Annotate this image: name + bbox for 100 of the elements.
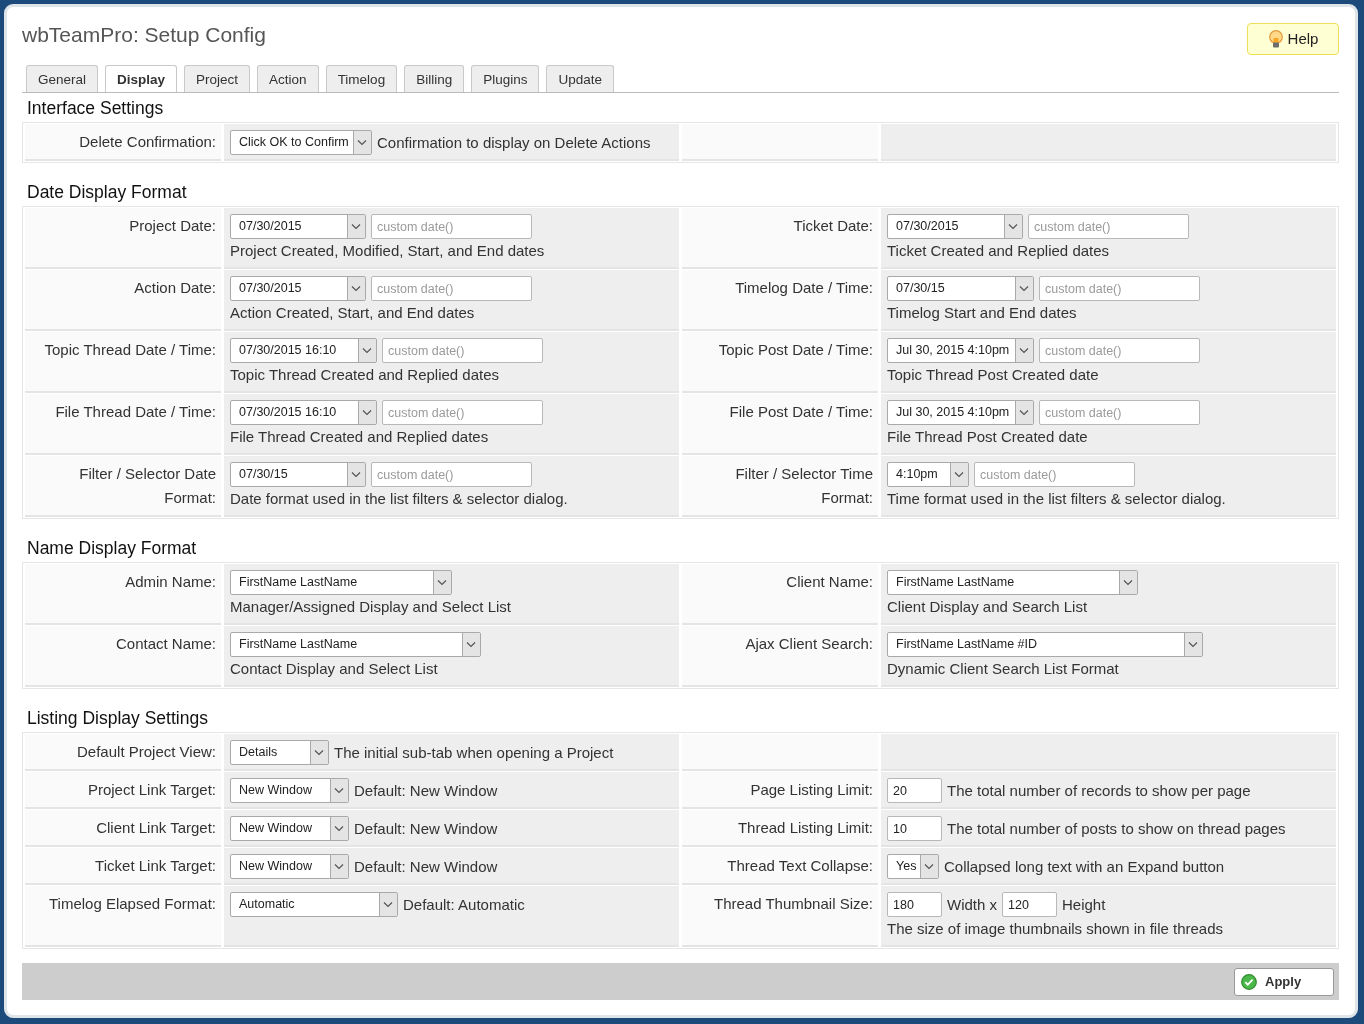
number-field[interactable]: 120 xyxy=(1002,892,1057,917)
setting-label: Ajax Client Search: xyxy=(745,634,873,654)
format-field[interactable]: custom date() xyxy=(1028,214,1189,239)
setting-label: Timelog Elapsed Format: xyxy=(49,894,216,914)
setting-label: Client Name: xyxy=(786,572,873,592)
setting-note: The size of image thumbnails shown in file threads xyxy=(887,919,1223,939)
tab[interactable]: Timelog xyxy=(325,65,398,92)
section-heading: Listing Display Settings xyxy=(27,707,209,730)
number-field[interactable]: 10 xyxy=(887,816,942,841)
dropdown[interactable]: 07/30/15 xyxy=(887,276,1034,301)
chevron-down-icon xyxy=(1119,571,1137,594)
chevron-down-icon xyxy=(1015,339,1033,362)
dropdown[interactable]: New Window xyxy=(230,816,349,841)
chevron-down-icon xyxy=(1015,401,1033,424)
dropdown[interactable]: Jul 30, 2015 4:10pm xyxy=(887,338,1034,363)
format-field[interactable]: custom date() xyxy=(382,400,543,425)
setting-note: Topic Thread Created and Replied dates xyxy=(230,365,500,385)
tab[interactable]: Action xyxy=(257,65,319,92)
setting-label: Timelog Date / Time: xyxy=(735,278,873,298)
help-button[interactable]: Help xyxy=(1247,23,1339,55)
setting-label: Topic Post Date / Time: xyxy=(718,340,873,360)
chevron-down-icon xyxy=(330,855,348,878)
dropdown[interactable]: 07/30/2015 xyxy=(230,214,366,239)
section-heading: Interface Settings xyxy=(27,97,165,120)
setting-description: Height xyxy=(1062,894,1106,915)
chevron-down-icon xyxy=(330,779,348,802)
lightbulb-icon xyxy=(1267,30,1284,48)
dropdown[interactable]: FirstName LastName xyxy=(230,570,452,595)
setting-description: The total number of posts to show on thread pages xyxy=(947,818,1286,839)
setting-description: Confirmation to display on Delete Actions xyxy=(377,132,651,153)
chevron-down-icon xyxy=(358,401,376,424)
chevron-down-icon xyxy=(310,741,328,764)
dropdown[interactable]: Click OK to Confirm xyxy=(230,130,372,155)
dropdown[interactable]: 07/30/2015 xyxy=(887,214,1023,239)
check-circle-icon xyxy=(1241,973,1257,990)
setting-label: Default Project View: xyxy=(77,742,216,762)
section-heading: Date Display Format xyxy=(27,181,188,204)
setting-label: Client Link Target: xyxy=(96,818,216,838)
setting-label: Thread Thumbnail Size: xyxy=(714,894,873,914)
format-field[interactable]: custom date() xyxy=(1039,338,1200,363)
format-field[interactable]: custom date() xyxy=(1039,276,1200,301)
section-heading: Name Display Format xyxy=(27,537,198,560)
tab[interactable]: Project xyxy=(184,65,251,92)
number-field[interactable]: 20 xyxy=(887,778,942,803)
tab[interactable]: General xyxy=(26,65,99,92)
dropdown[interactable]: 07/30/2015 xyxy=(230,276,366,301)
tab[interactable]: Billing xyxy=(404,65,465,92)
apply-button[interactable]: Apply xyxy=(1234,967,1334,996)
dropdown[interactable]: Yes xyxy=(887,854,939,879)
chevron-down-icon xyxy=(950,463,968,486)
setting-note: File Thread Post Created date xyxy=(887,427,1088,447)
dropdown[interactable]: FirstName LastName #ID xyxy=(887,632,1203,657)
setting-label: Topic Thread Date / Time: xyxy=(44,340,216,360)
chevron-down-icon xyxy=(1184,633,1202,656)
dropdown[interactable]: 4:10pm xyxy=(887,462,969,487)
setting-description: Default: Automatic xyxy=(403,894,525,915)
chevron-down-icon xyxy=(1015,277,1033,300)
setting-label: Project Link Target: xyxy=(87,780,216,800)
dropdown[interactable]: 07/30/2015 16:10 xyxy=(230,338,377,363)
dropdown[interactable]: FirstName LastName xyxy=(230,632,481,657)
dropdown[interactable]: 07/30/15 xyxy=(230,462,366,487)
dropdown[interactable]: New Window xyxy=(230,854,349,879)
dropdown[interactable]: New Window xyxy=(230,778,349,803)
chevron-down-icon xyxy=(347,277,365,300)
chevron-down-icon xyxy=(358,339,376,362)
number-field[interactable]: 180 xyxy=(887,892,942,917)
dropdown[interactable]: Jul 30, 2015 4:10pm xyxy=(887,400,1034,425)
setting-label: Project Date: xyxy=(129,216,216,236)
setting-description: Default: New Window xyxy=(354,818,498,839)
dropdown[interactable]: FirstName LastName xyxy=(887,570,1138,595)
format-field[interactable]: custom date() xyxy=(974,462,1135,487)
setting-note: Contact Display and Select List xyxy=(230,659,438,679)
chevron-down-icon xyxy=(347,463,365,486)
setting-note: Client Display and Search List xyxy=(887,597,1088,617)
setting-label: Admin Name: xyxy=(125,572,216,592)
format-field[interactable]: custom date() xyxy=(371,462,532,487)
dropdown[interactable]: 07/30/2015 16:10 xyxy=(230,400,377,425)
setting-label: Ticket Date: xyxy=(793,216,873,236)
setting-note: Project Created, Modified, Start, and End dates xyxy=(230,241,545,261)
setting-note: Time format used in the list filters & selector dialog. xyxy=(887,489,1226,509)
tab[interactable]: Plugins xyxy=(471,65,540,92)
format-field[interactable]: custom date() xyxy=(1039,400,1200,425)
dropdown[interactable]: Automatic xyxy=(230,892,398,917)
chevron-down-icon xyxy=(462,633,480,656)
chevron-down-icon xyxy=(433,571,451,594)
chevron-down-icon xyxy=(353,131,371,154)
format-field[interactable]: custom date() xyxy=(382,338,543,363)
setting-label: Thread Listing Limit: xyxy=(737,818,873,838)
setting-label: Page Listing Limit: xyxy=(750,780,873,800)
setting-label: Delete Confirmation: xyxy=(79,132,216,152)
setting-note: Date format used in the list filters & selector dialog. xyxy=(230,489,568,509)
format-field[interactable]: custom date() xyxy=(371,214,532,239)
tab[interactable]: Display xyxy=(105,65,178,92)
setting-description: Default: New Window xyxy=(354,780,498,801)
dropdown[interactable]: Details xyxy=(230,740,329,765)
setting-note: Dynamic Client Search List Format xyxy=(887,659,1119,679)
setting-label: Thread Text Collapse: xyxy=(727,856,873,876)
format-field[interactable]: custom date() xyxy=(371,276,532,301)
setting-description: Collapsed long text with an Expand button xyxy=(944,856,1225,877)
tab[interactable]: Update xyxy=(546,65,614,92)
